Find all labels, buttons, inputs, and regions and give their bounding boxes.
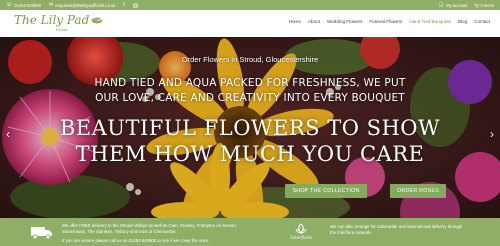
user-icon: 👤︎ — [437, 1, 445, 8]
interflora-info: We can also arrange for nationwide and i… — [330, 224, 463, 235]
account-link[interactable]: 👤︎ My account — [437, 1, 468, 8]
slider-next-arrow[interactable]: › — [487, 127, 497, 141]
email-icon: ✉ — [49, 1, 54, 8]
hero-banner: Order Flowers in Stroud, Gloucestershire… — [0, 37, 500, 218]
logo[interactable]: The Lily Pad Florist — [14, 14, 103, 32]
facebook-link[interactable]: f — [123, 1, 125, 8]
instagram-link[interactable] — [133, 2, 138, 8]
nav-about[interactable]: About — [308, 19, 320, 24]
delivery-text: We offer FREE delivery to the Stroud Val… — [62, 223, 237, 234]
hero-tagline-1: Hand tied and aqua packed for freshness,… — [94, 77, 406, 89]
nav-home[interactable]: Home — [289, 19, 301, 24]
delivery-van-icon — [31, 227, 52, 240]
hero-title-1: Beautiful Flowers to Show — [59, 116, 441, 140]
email-address: enquiries@thelilypadflorist.co.uk — [55, 2, 116, 8]
nav-wedding-flowers[interactable]: Wedding Flowers — [327, 19, 362, 24]
hero-title-2: Them How Much You Care — [75, 142, 425, 166]
facebook-icon: f — [123, 1, 125, 7]
nav-funeral-flowers[interactable]: Funeral Flowers — [369, 19, 402, 24]
delivery-info: We offer FREE delivery to the Stroud Val… — [62, 223, 252, 244]
delivery-phone-text: If you are unsure please call us on 0145… — [62, 238, 209, 243]
interflora-label: Interflora — [290, 236, 312, 241]
nav-contact[interactable]: Contact — [474, 19, 490, 24]
site-header: The Lily Pad Florist Home About Wedding … — [0, 10, 500, 37]
hero-subtitle: Order Flowers in Stroud, Gloucestershire — [181, 55, 319, 64]
phone-icon: ☏ — [6, 1, 13, 8]
logo-text: The Lily Pad — [14, 13, 90, 27]
interflora-icon — [295, 223, 307, 234]
email-link[interactable]: ✉ enquiries@thelilypadflorist.co.uk — [49, 1, 116, 8]
cart-icon — [474, 3, 479, 8]
delivery-strip: We offer FREE delivery to the Stroud Val… — [0, 218, 500, 246]
phone-number: 01453 840900 — [14, 2, 42, 8]
phone-link[interactable]: ☏ 01453 840900 — [6, 1, 42, 8]
nav-blog[interactable]: Blog — [458, 19, 467, 24]
lily-pad-icon — [91, 17, 103, 24]
interflora-logo: Interflora — [290, 223, 312, 241]
shop-collection-button[interactable]: SHOP THE COLLECTION — [285, 184, 367, 198]
logo-subtitle: Florist — [56, 27, 67, 32]
order-roses-button[interactable]: ORDER ROSES — [390, 184, 446, 198]
main-nav: Home About Wedding Flowers Funeral Flowe… — [289, 19, 490, 24]
nav-hand-tied-bouquets[interactable]: Hand Tied Bouquets — [409, 19, 451, 24]
logo-text-row: The Lily Pad — [14, 14, 103, 26]
account-label: My account — [446, 2, 468, 8]
hero-tagline-2: our love, care and creativity into every… — [95, 92, 405, 104]
cart-link[interactable]: 0 items — [474, 2, 495, 8]
cart-count: 0 items — [480, 2, 495, 8]
slider-prev-arrow[interactable]: ‹ — [3, 127, 13, 141]
instagram-icon — [133, 2, 138, 8]
top-bar: ☏ 01453 840900 ✉ enquiries@thelilypadflo… — [0, 0, 500, 10]
